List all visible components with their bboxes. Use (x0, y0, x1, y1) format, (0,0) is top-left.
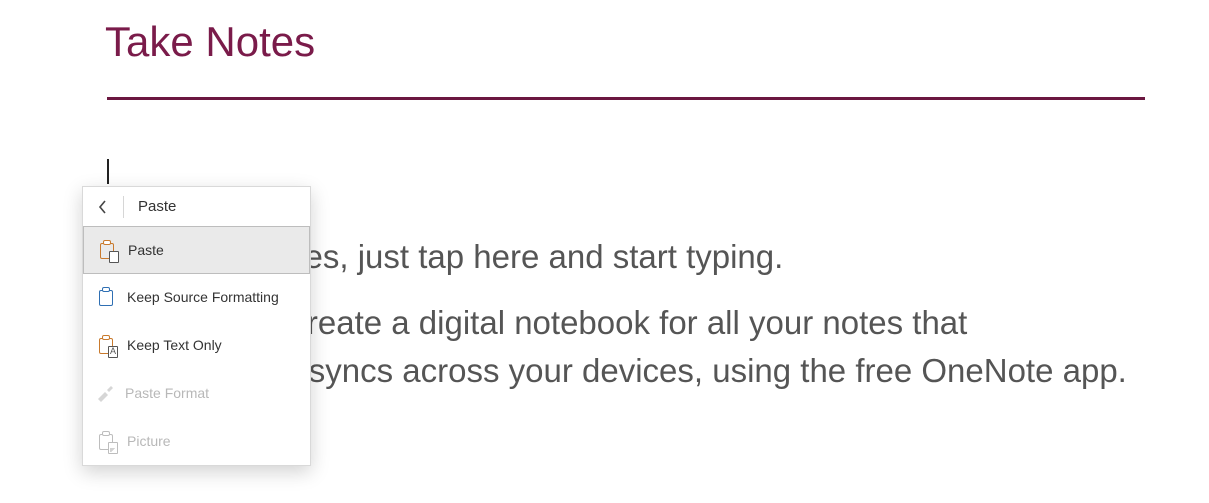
clipboard-text-icon (95, 334, 117, 356)
menu-header: Paste (83, 187, 310, 227)
menu-item-keep-text-only[interactable]: Keep Text Only (83, 321, 310, 369)
menu-item-paste-format: Paste Format (83, 369, 310, 417)
clipboard-picture-icon (95, 430, 117, 452)
paintbrush-icon (95, 384, 115, 402)
menu-item-paste[interactable]: Paste (83, 226, 310, 274)
page-title: Take Notes (105, 18, 315, 66)
clipboard-icon (96, 239, 118, 261)
chevron-left-icon (98, 200, 108, 214)
menu-item-keep-source-formatting[interactable]: Keep Source Formatting (83, 273, 310, 321)
menu-back-button[interactable] (83, 187, 123, 227)
menu-item-label: Paste Format (125, 385, 209, 401)
text-cursor (107, 159, 109, 184)
menu-item-label: Picture (127, 433, 171, 449)
clipboard-brush-icon (95, 286, 117, 308)
menu-title: Paste (124, 198, 176, 215)
title-divider (107, 97, 1145, 100)
paste-context-menu: Paste Paste Keep Source Formatting Keep … (82, 186, 311, 466)
menu-item-label: Keep Text Only (127, 337, 222, 353)
menu-item-label: Paste (128, 242, 164, 258)
menu-item-label: Keep Source Formatting (127, 289, 279, 305)
menu-item-picture: Picture (83, 417, 310, 465)
